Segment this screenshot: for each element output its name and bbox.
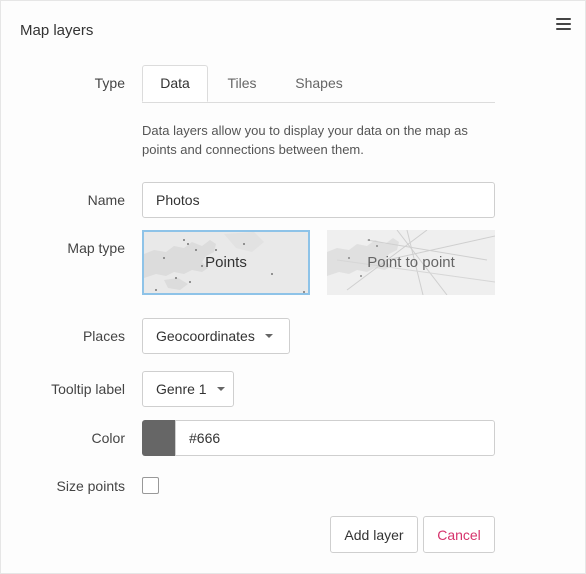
- places-select[interactable]: Geocoordinates: [142, 318, 290, 354]
- name-label: Name: [87, 192, 125, 208]
- size-points-label: Size points: [56, 478, 125, 494]
- tab-tiles[interactable]: Tiles: [216, 65, 268, 102]
- map-type-point-to-point-option[interactable]: Point to point: [327, 230, 495, 295]
- type-label: Type: [94, 75, 125, 91]
- map-type-point-to-point-label: Point to point: [367, 254, 455, 271]
- map-type-label: Map type: [67, 240, 125, 256]
- map-type-points-label: Points: [205, 254, 247, 271]
- data-layers-description: Data layers allow you to display your da…: [142, 123, 468, 157]
- name-input[interactable]: Photos: [142, 182, 495, 218]
- tooltip-label-label: Tooltip label: [51, 381, 125, 397]
- tooltip-select-value: Genre 1: [156, 381, 207, 397]
- map-layers-panel: Map layers Type Data Tiles Shapes Data l…: [0, 0, 586, 574]
- tab-data[interactable]: Data: [142, 65, 208, 102]
- caret-down-icon: [264, 334, 273, 338]
- color-label: Color: [91, 430, 125, 446]
- add-layer-button[interactable]: Add layer: [330, 516, 418, 553]
- hamburger-menu-icon[interactable]: [556, 18, 571, 30]
- map-type-points-option[interactable]: Points: [142, 230, 310, 295]
- places-select-value: Geocoordinates: [156, 328, 255, 344]
- color-input[interactable]: #666: [175, 420, 495, 456]
- places-label: Places: [82, 328, 125, 344]
- tooltip-label-select[interactable]: Genre 1: [142, 371, 234, 407]
- color-swatch[interactable]: [142, 420, 175, 456]
- caret-down-icon: [216, 387, 225, 391]
- size-points-checkbox[interactable]: [142, 477, 159, 494]
- layer-type-tabs: Data Tiles Shapes: [142, 65, 495, 103]
- panel-title: Map layers: [20, 22, 94, 39]
- tab-shapes[interactable]: Shapes: [282, 65, 356, 102]
- cancel-button[interactable]: Cancel: [423, 516, 495, 553]
